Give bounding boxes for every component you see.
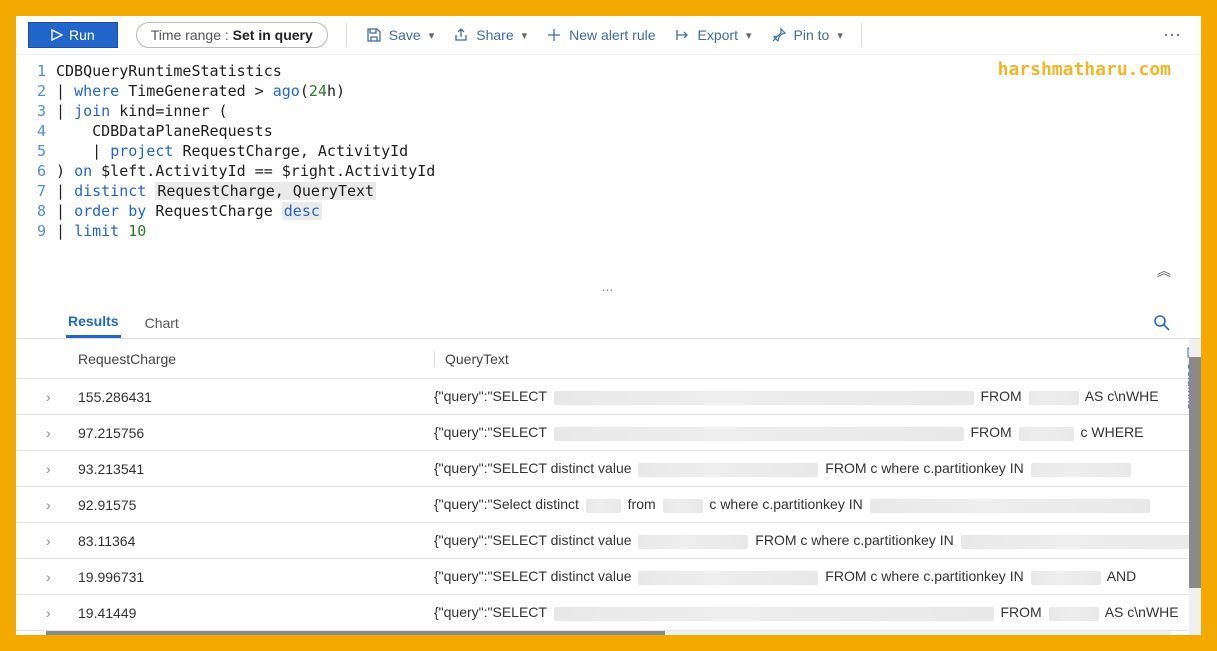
export-label: Export bbox=[698, 27, 738, 43]
cell-request-charge: 19.41449 bbox=[74, 605, 434, 621]
tab-chart[interactable]: Chart bbox=[143, 309, 181, 337]
toolbar-divider bbox=[346, 23, 347, 47]
run-label: Run bbox=[69, 27, 95, 43]
plus-icon bbox=[545, 26, 563, 44]
results-tabs: Results Chart bbox=[16, 301, 1201, 338]
cell-query-text: {"query":"SELECT FROM c WHERE bbox=[434, 424, 1201, 440]
table-row[interactable]: ›93.213541{"query":"SELECT distinct valu… bbox=[16, 451, 1201, 487]
table-row[interactable]: ›83.11364{"query":"SELECT distinct value… bbox=[16, 523, 1201, 559]
cell-query-text: {"query":"SELECT FROM AS c\nWHE bbox=[434, 604, 1201, 620]
chevron-down-icon: ▾ bbox=[429, 29, 435, 42]
search-icon[interactable] bbox=[1153, 314, 1171, 332]
table-row[interactable]: ›97.215756{"query":"SELECT FROM c WHERE bbox=[16, 415, 1201, 451]
expand-row-icon[interactable]: › bbox=[46, 569, 74, 585]
results-grid: Columns RequestCharge QueryText ›155.286… bbox=[16, 338, 1201, 635]
pin-button[interactable]: Pin to ▾ bbox=[770, 26, 843, 44]
chevron-down-icon: ▾ bbox=[837, 29, 843, 42]
collapse-editor-button[interactable]: ︽ bbox=[16, 259, 1201, 283]
time-range-value: Set in query bbox=[233, 27, 313, 43]
cell-request-charge: 97.215756 bbox=[74, 425, 434, 441]
horizontal-scrollbar[interactable] bbox=[46, 631, 1171, 635]
table-row[interactable]: ›19.996731{"query":"SELECT distinct valu… bbox=[16, 559, 1201, 595]
expand-row-icon[interactable]: › bbox=[46, 533, 74, 549]
time-range-selector[interactable]: Time range : Set in query bbox=[136, 22, 328, 48]
cell-request-charge: 155.286431 bbox=[74, 389, 434, 405]
time-range-prefix: Time range : bbox=[151, 27, 233, 43]
chevron-down-icon: ▾ bbox=[746, 29, 752, 42]
expand-row-icon[interactable]: › bbox=[46, 425, 74, 441]
more-options-button[interactable]: ⋯ bbox=[1157, 25, 1189, 46]
new-alert-button[interactable]: New alert rule bbox=[545, 26, 655, 44]
cell-query-text: {"query":"SELECT FROM AS c\nWHE bbox=[434, 388, 1201, 404]
chevron-down-icon: ▾ bbox=[522, 29, 528, 42]
export-button[interactable]: Export ▾ bbox=[674, 26, 752, 44]
cell-request-charge: 83.11364 bbox=[74, 533, 434, 549]
save-icon bbox=[365, 26, 383, 44]
cell-query-text: {"query":"SELECT distinct value FROM c w… bbox=[434, 460, 1201, 476]
expand-row-icon[interactable]: › bbox=[46, 461, 74, 477]
pane-splitter[interactable]: ⋯ bbox=[16, 283, 1201, 301]
pin-icon bbox=[770, 26, 788, 44]
line-gutter: 123456789 bbox=[16, 61, 56, 241]
export-icon bbox=[674, 26, 692, 44]
share-button[interactable]: Share ▾ bbox=[452, 26, 527, 44]
table-row[interactable]: ›155.286431{"query":"SELECT FROM AS c\nW… bbox=[16, 379, 1201, 415]
cell-request-charge: 92.91575 bbox=[74, 497, 434, 513]
expand-row-icon[interactable]: › bbox=[46, 605, 74, 621]
run-button[interactable]: Run bbox=[28, 22, 118, 48]
save-label: Save bbox=[389, 27, 421, 43]
column-header-query-text[interactable]: QueryText bbox=[434, 351, 1201, 367]
cell-query-text: {"query":"SELECT distinct value FROM c w… bbox=[434, 568, 1201, 584]
toolbar: Run Time range : Set in query Save ▾ Sha… bbox=[16, 16, 1201, 55]
table-row[interactable]: ›19.41449{"query":"SELECT FROM AS c\nWHE bbox=[16, 595, 1201, 631]
cell-query-text: {"query":"SELECT distinct value FROM c w… bbox=[434, 532, 1201, 548]
table-row[interactable]: ›92.91575{"query":"Select distinct from … bbox=[16, 487, 1201, 523]
new-alert-label: New alert rule bbox=[569, 27, 655, 43]
vertical-scrollbar[interactable] bbox=[1189, 339, 1201, 635]
grid-header: RequestCharge QueryText bbox=[16, 339, 1201, 379]
cell-query-text: {"query":"Select distinct from c where c… bbox=[434, 496, 1201, 512]
column-header-request-charge[interactable]: RequestCharge bbox=[74, 351, 434, 367]
cell-request-charge: 93.213541 bbox=[74, 461, 434, 477]
share-label: Share bbox=[476, 27, 513, 43]
expand-row-icon[interactable]: › bbox=[46, 497, 74, 513]
tab-results[interactable]: Results bbox=[66, 307, 121, 338]
expand-row-icon[interactable]: › bbox=[46, 389, 74, 405]
play-icon bbox=[51, 29, 63, 41]
cell-request-charge: 19.996731 bbox=[74, 569, 434, 585]
share-icon bbox=[452, 26, 470, 44]
toolbar-divider bbox=[861, 23, 862, 47]
pin-label: Pin to bbox=[794, 27, 830, 43]
save-button[interactable]: Save ▾ bbox=[365, 26, 434, 44]
query-editor[interactable]: harshmatharu.com 123456789 CDBQueryRunti… bbox=[16, 55, 1201, 259]
code-content[interactable]: CDBQueryRuntimeStatistics| where TimeGen… bbox=[56, 61, 1201, 241]
watermark: harshmatharu.com bbox=[998, 59, 1171, 80]
